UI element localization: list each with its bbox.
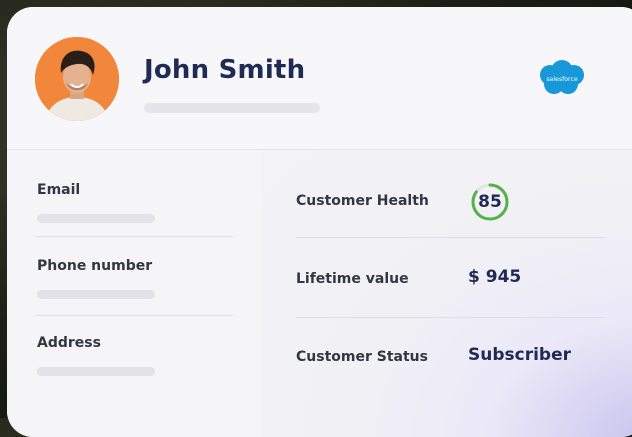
lifetime-value-label: Lifetime value <box>296 271 409 287</box>
customer-card: John Smith salesforce Email Phone number… <box>7 7 632 437</box>
email-label: Email <box>37 182 81 198</box>
customer-health-score: 85 <box>478 192 502 212</box>
customer-health-label: Customer Health <box>296 193 429 209</box>
phone-value-placeholder <box>37 290 155 299</box>
salesforce-cloud-icon: salesforce <box>540 60 584 94</box>
divider <box>296 317 606 318</box>
address-label: Address <box>37 335 101 351</box>
subtitle-placeholder <box>144 103 320 113</box>
avatar <box>35 37 119 121</box>
customer-status-label: Customer Status <box>296 349 428 365</box>
divider <box>35 236 233 237</box>
customer-status-value: Subscriber <box>468 345 572 365</box>
divider <box>35 315 233 316</box>
divider <box>296 237 606 238</box>
address-value-placeholder <box>37 367 155 376</box>
email-value-placeholder <box>37 214 155 223</box>
salesforce-logo-text: salesforce <box>546 76 578 83</box>
contact-name: John Smith <box>144 55 306 85</box>
lifetime-value: $ 945 <box>468 267 522 287</box>
phone-label: Phone number <box>37 258 153 274</box>
card-header: John Smith salesforce <box>7 7 632 150</box>
person-avatar-icon <box>35 37 119 121</box>
